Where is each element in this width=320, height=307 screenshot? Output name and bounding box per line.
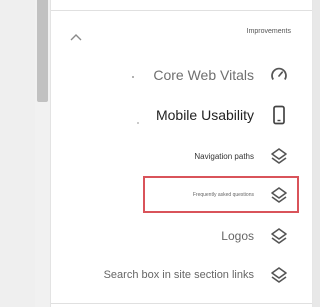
smartphone-icon [268,104,290,126]
layers-icon [268,145,290,167]
nav-item-label: Logos [221,229,254,243]
scrollbar-thumb[interactable] [37,0,48,102]
section-title: Improvements [246,28,291,35]
chevron-up-icon[interactable] [68,30,84,44]
layers-icon [268,225,290,247]
speedometer-icon [268,64,290,86]
highlight-box [143,176,299,213]
nav-item-label: Search box in site section links [103,269,254,281]
left-pane [0,0,35,307]
nav-item-logos[interactable]: Logos [221,225,290,247]
nav-item-label: Mobile Usability [155,107,254,123]
nav-item-label: Navigation paths [194,151,254,161]
nav-item-core-web-vitals[interactable]: Core Web Vitals [153,64,290,86]
divider [51,303,313,304]
layers-icon [268,264,290,286]
divider [312,0,313,307]
nav-item-label: Core Web Vitals [153,67,254,83]
nav-item-mobile-usability[interactable]: Mobile Usability [156,104,290,126]
decorative-dot [137,122,139,124]
nav-item-navigation-paths[interactable]: Navigation paths [194,145,290,167]
nav-item-search-box[interactable]: Search box in site section links [104,264,290,286]
divider [51,10,313,11]
decorative-dot [132,76,134,78]
